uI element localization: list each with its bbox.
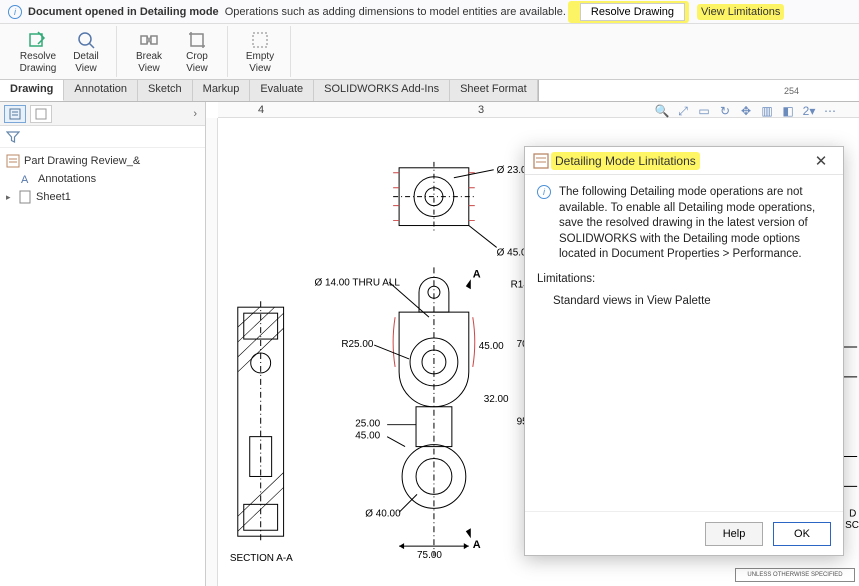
info-desc: Operations such as adding dimensions to … (225, 6, 566, 18)
dim-r25: R25.00 (341, 339, 374, 350)
tree-root[interactable]: Part Drawing Review_& (6, 152, 199, 170)
info-icon: i (537, 185, 551, 199)
crop-icon (187, 30, 207, 50)
zoom-fit-icon[interactable]: ⤢ (674, 103, 692, 119)
break-view-button[interactable]: BreakView (125, 26, 173, 77)
limitations-dialog: Detailing Mode Limitations ✕ i The follo… (524, 146, 844, 556)
context-toolbar: 🔍 ⤢ ▭ ↻ ✥ ▥ ◧ 2▾ ⋯ (653, 102, 839, 120)
crop-view-button[interactable]: CropView (173, 26, 221, 77)
tree-annotations-label: Annotations (38, 173, 96, 185)
dim-4500v: 45.00 (479, 341, 504, 352)
tree: Part Drawing Review_& A Annotations ▸ Sh… (0, 148, 205, 210)
filter-icon (6, 130, 20, 144)
dialog-title: Detailing Mode Limitations (555, 154, 696, 168)
tree-root-label: Part Drawing Review_& (24, 155, 140, 167)
display-style-icon[interactable]: ◧ (779, 103, 797, 119)
empty-view-button[interactable]: EmptyView (236, 26, 284, 77)
detail-view-button[interactable]: DetailView (62, 26, 110, 77)
dialog-close-button[interactable]: ✕ (807, 149, 835, 173)
rotate-icon[interactable]: ↻ (716, 103, 734, 119)
pan-icon[interactable]: ✥ (737, 103, 755, 119)
info-bar: i Document opened in Detailing mode Oper… (0, 0, 859, 24)
dim-75: 75.00 (417, 550, 442, 561)
section-caption: SECTION A-A (230, 553, 293, 564)
panel-tabs: › (0, 102, 205, 126)
tab-drawing[interactable]: Drawing (0, 80, 64, 101)
resolve-drawing-ribbon-button[interactable]: ResolveDrawing (14, 26, 62, 77)
dialog-icon (533, 153, 549, 169)
tab-sheet-format[interactable]: Sheet Format (450, 80, 538, 101)
tab-markup[interactable]: Markup (193, 80, 251, 101)
tab-addins[interactable]: SOLIDWORKS Add-Ins (314, 80, 450, 101)
tab-evaluate[interactable]: Evaluate (250, 80, 314, 101)
filter-row[interactable] (0, 126, 205, 148)
section-label-a-bot: A (473, 539, 481, 551)
panel-tab-display[interactable] (30, 105, 52, 123)
dialog-body: i The following Detailing mode operation… (525, 175, 843, 511)
more-menu[interactable]: ⋯ (821, 103, 839, 119)
dim-thru: Ø 14.00 THRU ALL (314, 277, 400, 288)
feature-manager-panel: › Part Drawing Review_& A Annotations ▸ … (0, 102, 206, 586)
panel-expand-button[interactable]: › (189, 108, 201, 120)
resolve-drawing-button[interactable]: Resolve Drawing (580, 3, 685, 21)
label-d: D (849, 508, 856, 519)
scene-menu[interactable]: 2▾ (800, 103, 818, 119)
info-title: Document opened in Detailing mode (28, 6, 219, 18)
zoom-area-icon[interactable]: ▭ (695, 103, 713, 119)
svg-text:A: A (21, 174, 29, 186)
detail-icon (76, 30, 96, 50)
section-label-a-top: A (473, 268, 481, 280)
dim-2500: 25.00 (355, 419, 380, 430)
tree-sheet[interactable]: ▸ Sheet1 (6, 188, 199, 206)
dim-4500: 45.00 (355, 431, 380, 442)
sheet-icon (18, 190, 32, 204)
tree-sheet-label: Sheet1 (36, 191, 71, 203)
tree-annotations[interactable]: A Annotations (6, 170, 199, 188)
zoom-window-icon[interactable]: 🔍 (653, 103, 671, 119)
tab-annotation[interactable]: Annotation (64, 80, 138, 101)
ribbon: ResolveDrawing DetailView BreakView Crop… (0, 24, 859, 80)
dim-3200: 32.00 (484, 394, 509, 405)
limitations-heading: Limitations: (537, 273, 831, 285)
help-button[interactable]: Help (705, 522, 763, 546)
label-sc: SC (845, 520, 859, 531)
info-icon: i (8, 5, 22, 19)
caret-icon: ▸ (6, 192, 14, 203)
dialog-footer: Help OK (525, 511, 843, 555)
title-block: UNLESS OTHERWISE SPECIFIED (735, 568, 855, 582)
command-tabs: Drawing Annotation Sketch Markup Evaluat… (0, 80, 859, 102)
limitation-item: Standard views in View Palette (553, 295, 831, 307)
dim-d40: Ø 40.00 (365, 508, 401, 519)
break-icon (139, 30, 159, 50)
empty-icon (250, 30, 270, 50)
annotations-icon: A (20, 172, 34, 186)
section-icon[interactable]: ▥ (758, 103, 776, 119)
ruler-top-strip: 254 (538, 80, 859, 101)
dialog-titlebar[interactable]: Detailing Mode Limitations ✕ (525, 147, 843, 175)
ruler-vertical (206, 118, 218, 586)
ok-button[interactable]: OK (773, 522, 831, 546)
resolve-icon (28, 30, 48, 50)
tab-sketch[interactable]: Sketch (138, 80, 193, 101)
drawing-doc-icon (6, 154, 20, 168)
view-limitations-link[interactable]: View Limitations (701, 6, 780, 18)
dialog-body-text: The following Detailing mode operations … (559, 185, 831, 263)
panel-tab-tree[interactable] (4, 105, 26, 123)
